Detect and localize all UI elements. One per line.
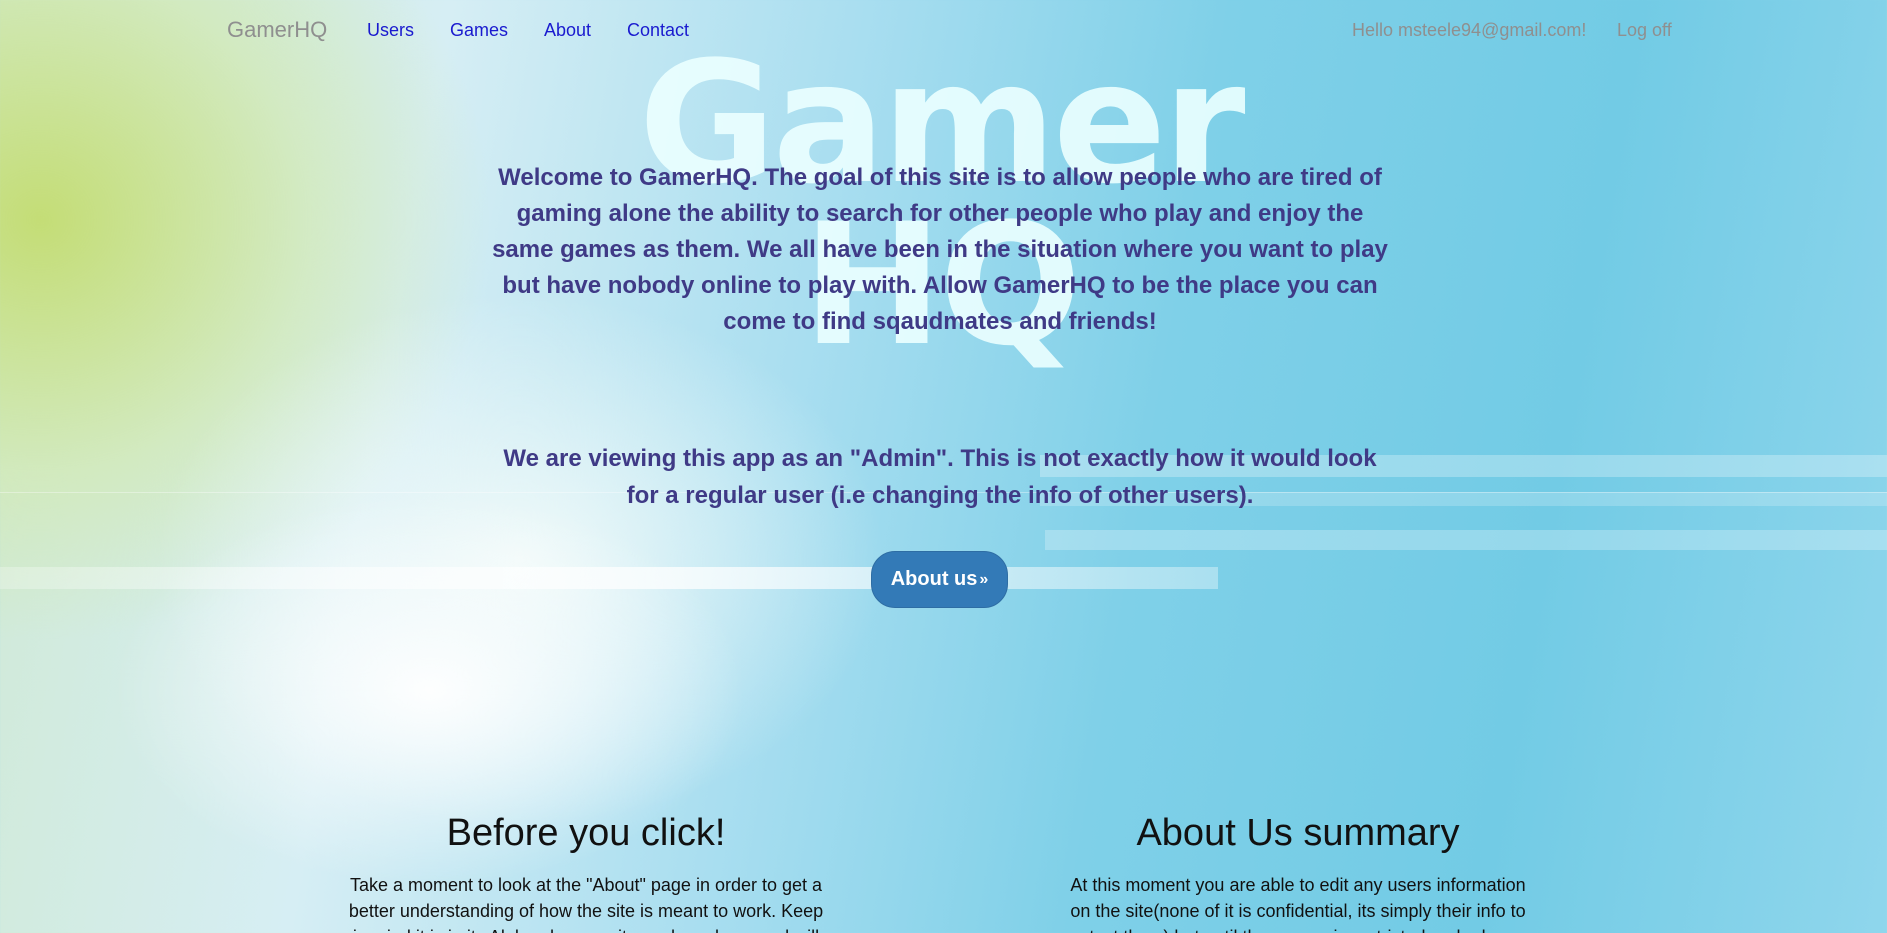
nav-link-about[interactable]: About [544, 20, 591, 41]
about-us-button[interactable]: About us» [871, 551, 1008, 608]
about-summary-text: At this moment you are able to edit any … [1060, 875, 1535, 933]
nav-link-users[interactable]: Users [367, 20, 414, 41]
welcome-text: Welcome to GamerHQ. The goal of this sit… [492, 164, 1388, 335]
admin-note: We are viewing this app as an "Admin". T… [503, 445, 1377, 509]
brand-link[interactable]: GamerHQ [227, 17, 327, 43]
logoff-link[interactable]: Log off [1617, 20, 1672, 41]
before-you-click-title: Before you click! [446, 812, 726, 854]
user-greeting-link[interactable]: Hello msteele94@gmail.com! [1352, 20, 1586, 41]
about-summary-title: About Us summary [1136, 812, 1460, 854]
before-you-click-text: Take a moment to look at the "About" pag… [348, 875, 824, 933]
background-streak [0, 567, 1218, 589]
raquo-icon: » [979, 570, 989, 588]
background-streak [1045, 530, 1887, 550]
about-us-button-label: About us [890, 568, 978, 590]
nav-link-games[interactable]: Games [450, 20, 508, 41]
